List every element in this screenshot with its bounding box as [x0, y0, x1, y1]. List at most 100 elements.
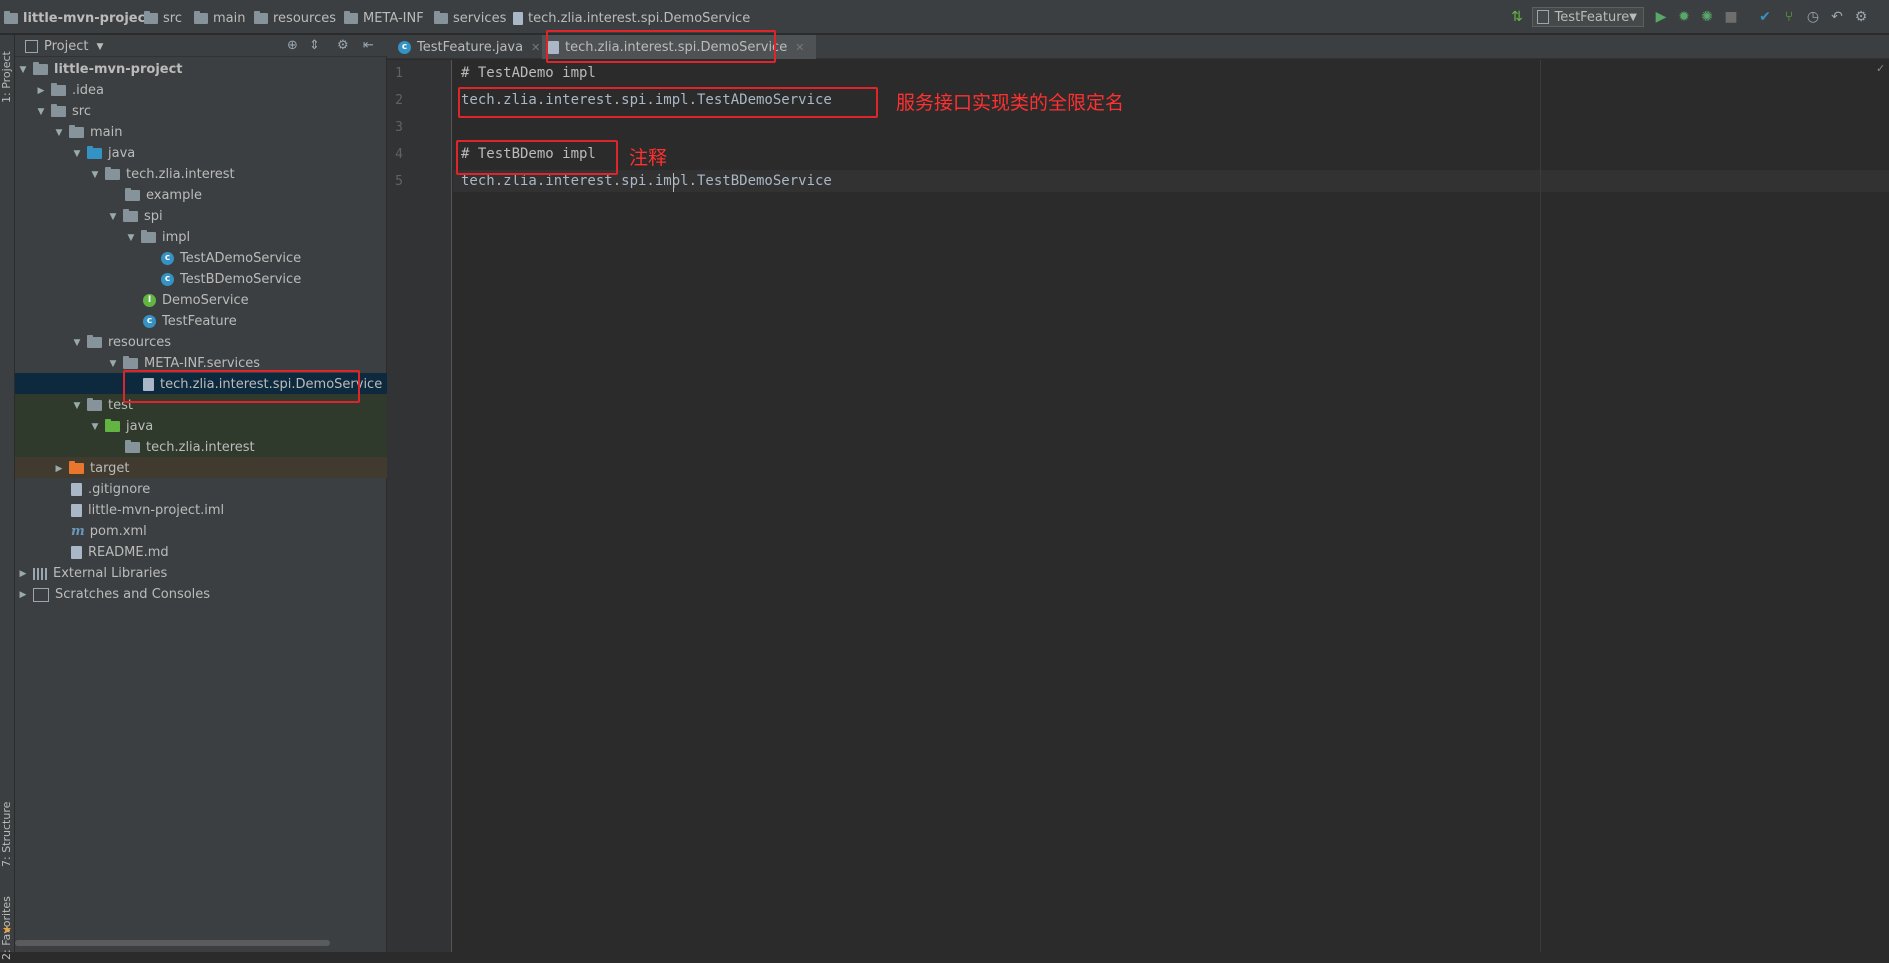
tree-item-resources[interactable]: ▼ resources [15, 332, 443, 353]
chevron-down-icon: ▼ [127, 232, 135, 243]
run-config-select[interactable]: TestFeature ▼ [1532, 7, 1644, 27]
folder-icon [194, 10, 208, 24]
tree-item-main[interactable]: ▼ main [15, 122, 425, 143]
breadcrumb-services[interactable]: services [434, 9, 506, 27]
tree-item-readme[interactable]: README.md [15, 542, 443, 563]
tree-item-iml[interactable]: little-mvn-project.iml [15, 500, 443, 521]
revert-icon[interactable]: ↶ [1828, 8, 1846, 26]
breadcrumb-project[interactable]: little-mvn-project [4, 9, 152, 27]
tree-item-pom[interactable]: m pom.xml [15, 521, 443, 542]
project-view-select[interactable]: Project ▼ [25, 39, 103, 54]
tree-item-src[interactable]: ▼ src [15, 101, 407, 122]
tree-item-label: Scratches and Consoles [55, 587, 211, 602]
folder-icon [69, 125, 84, 138]
chevron-down-icon: ▼ [109, 358, 117, 369]
run-config-icon [1537, 10, 1549, 24]
close-icon[interactable]: ✕ [531, 41, 540, 54]
settings-icon[interactable]: ⚙ [1852, 8, 1870, 26]
run-config-label: TestFeature [1554, 9, 1630, 25]
resources-folder-icon [87, 335, 102, 348]
libraries-icon [33, 567, 47, 580]
tree-item-label: META-INF.services [144, 356, 261, 371]
tree-item-target[interactable]: ▶ target [15, 458, 425, 479]
chevron-down-icon: ▼ [19, 64, 27, 75]
breadcrumb-main[interactable]: main [194, 9, 245, 27]
build-icon[interactable]: ⇅ [1508, 8, 1526, 26]
annotation-impl-text: 服务接口实现类的全限定名 [896, 92, 1125, 114]
tree-item-gitignore[interactable]: .gitignore [15, 479, 443, 500]
package-icon [125, 188, 140, 201]
tree-item-label: src [72, 104, 91, 119]
chevron-down-icon: ▼ [91, 421, 99, 432]
project-horizontal-scrollbar[interactable] [15, 940, 330, 946]
vcs-update-icon[interactable]: ✔ [1756, 8, 1774, 26]
breadcrumb-src[interactable]: src [144, 9, 182, 27]
tree-item-testb[interactable]: c TestBDemoService [15, 269, 533, 290]
coverage-icon[interactable]: ✺ [1698, 8, 1716, 26]
chevron-down-icon: ▼ [91, 169, 99, 180]
project-view-icon [25, 40, 38, 53]
line-number: 5 [395, 174, 403, 189]
breadcrumb-label: little-mvn-project [23, 10, 152, 26]
chevron-down-icon: ▼ [109, 211, 117, 222]
chevron-down-icon: ▼ [73, 148, 81, 159]
code-line[interactable]: # TestADemo impl [461, 65, 596, 81]
debug-icon[interactable]: ✹ [1675, 8, 1693, 26]
folder-icon [254, 10, 268, 24]
source-folder-icon [87, 146, 102, 159]
chevron-down-icon: ▼ [73, 337, 81, 348]
tree-item-label: little-mvn-project.iml [88, 503, 225, 518]
run-icon[interactable]: ▶ [1652, 8, 1670, 26]
folder-icon [51, 83, 66, 96]
tree-item-project-root[interactable]: ▼ little-mvn-project [15, 59, 389, 80]
code-line[interactable]: tech.zlia.interest.spi.impl.TestBDemoSer… [461, 173, 832, 189]
tree-item-idea[interactable]: ▶ .idea [15, 80, 407, 101]
tree-item-label: impl [162, 230, 191, 245]
scratches-icon [33, 587, 49, 602]
package-icon [141, 230, 156, 243]
chevron-right-icon: ▶ [19, 568, 27, 579]
vcs-history-icon[interactable]: ◷ [1804, 8, 1822, 26]
tree-item-scratches[interactable]: ▶ Scratches and Consoles [15, 584, 389, 605]
tree-item-testa[interactable]: c TestADemoService [15, 248, 533, 269]
file-icon [71, 546, 82, 559]
close-icon[interactable]: ✕ [795, 41, 804, 54]
chevron-right-icon: ▶ [55, 463, 63, 474]
breadcrumb-file[interactable]: tech.zlia.interest.spi.DemoService [513, 9, 750, 27]
tab-testfeature[interactable]: c TestFeature.java ✕ [398, 35, 540, 59]
tree-item-external-libraries[interactable]: ▶ External Libraries [15, 563, 389, 584]
breadcrumb-label: main [213, 10, 246, 26]
inspection-icon[interactable]: ✓ [1876, 62, 1888, 75]
gear-icon[interactable]: ⚙ [337, 38, 349, 53]
locate-icon[interactable]: ⊕ [287, 38, 298, 53]
breadcrumb-meta-inf[interactable]: META-INF [344, 9, 424, 27]
class-icon: c [161, 273, 174, 286]
tree-item-java[interactable]: ▼ java [15, 143, 443, 164]
tree-item-label: main [90, 125, 123, 140]
tree-item-label: tech.zlia.interest [126, 167, 235, 182]
tree-item-label: pom.xml [89, 524, 147, 539]
annotation-box-comment-line [456, 140, 618, 175]
folder-icon [144, 10, 158, 24]
tree-item-label: TestFeature [162, 314, 237, 329]
folder-icon [434, 10, 448, 24]
project-tool-tab[interactable]: 1: Project [0, 43, 15, 111]
stop-icon[interactable]: ■ [1722, 8, 1740, 26]
annotation-comment-text: 注释 [629, 147, 668, 169]
tree-item-label: README.md [88, 545, 169, 560]
breadcrumb-resources[interactable]: resources [254, 9, 336, 27]
tree-item-label: TestADemoService [180, 251, 302, 266]
class-icon: c [143, 315, 156, 328]
hide-panel-icon[interactable]: ⇤ [363, 38, 374, 53]
collapse-all-icon[interactable]: ⇕ [309, 38, 320, 53]
tab-label: TestFeature.java [417, 39, 524, 55]
excluded-folder-icon [69, 461, 84, 474]
structure-tool-tab[interactable]: 7: Structure [0, 795, 15, 873]
chevron-down-icon: ▼ [1629, 11, 1637, 23]
vcs-commit-icon[interactable]: ⑂ [1780, 8, 1798, 26]
annotation-box-tab [546, 30, 776, 63]
star-icon: ★ [2, 923, 12, 936]
tree-item-label: tech.zlia.interest [146, 440, 255, 455]
chevron-down-icon: ▼ [55, 127, 63, 138]
annotation-box-impl-line [458, 87, 878, 118]
